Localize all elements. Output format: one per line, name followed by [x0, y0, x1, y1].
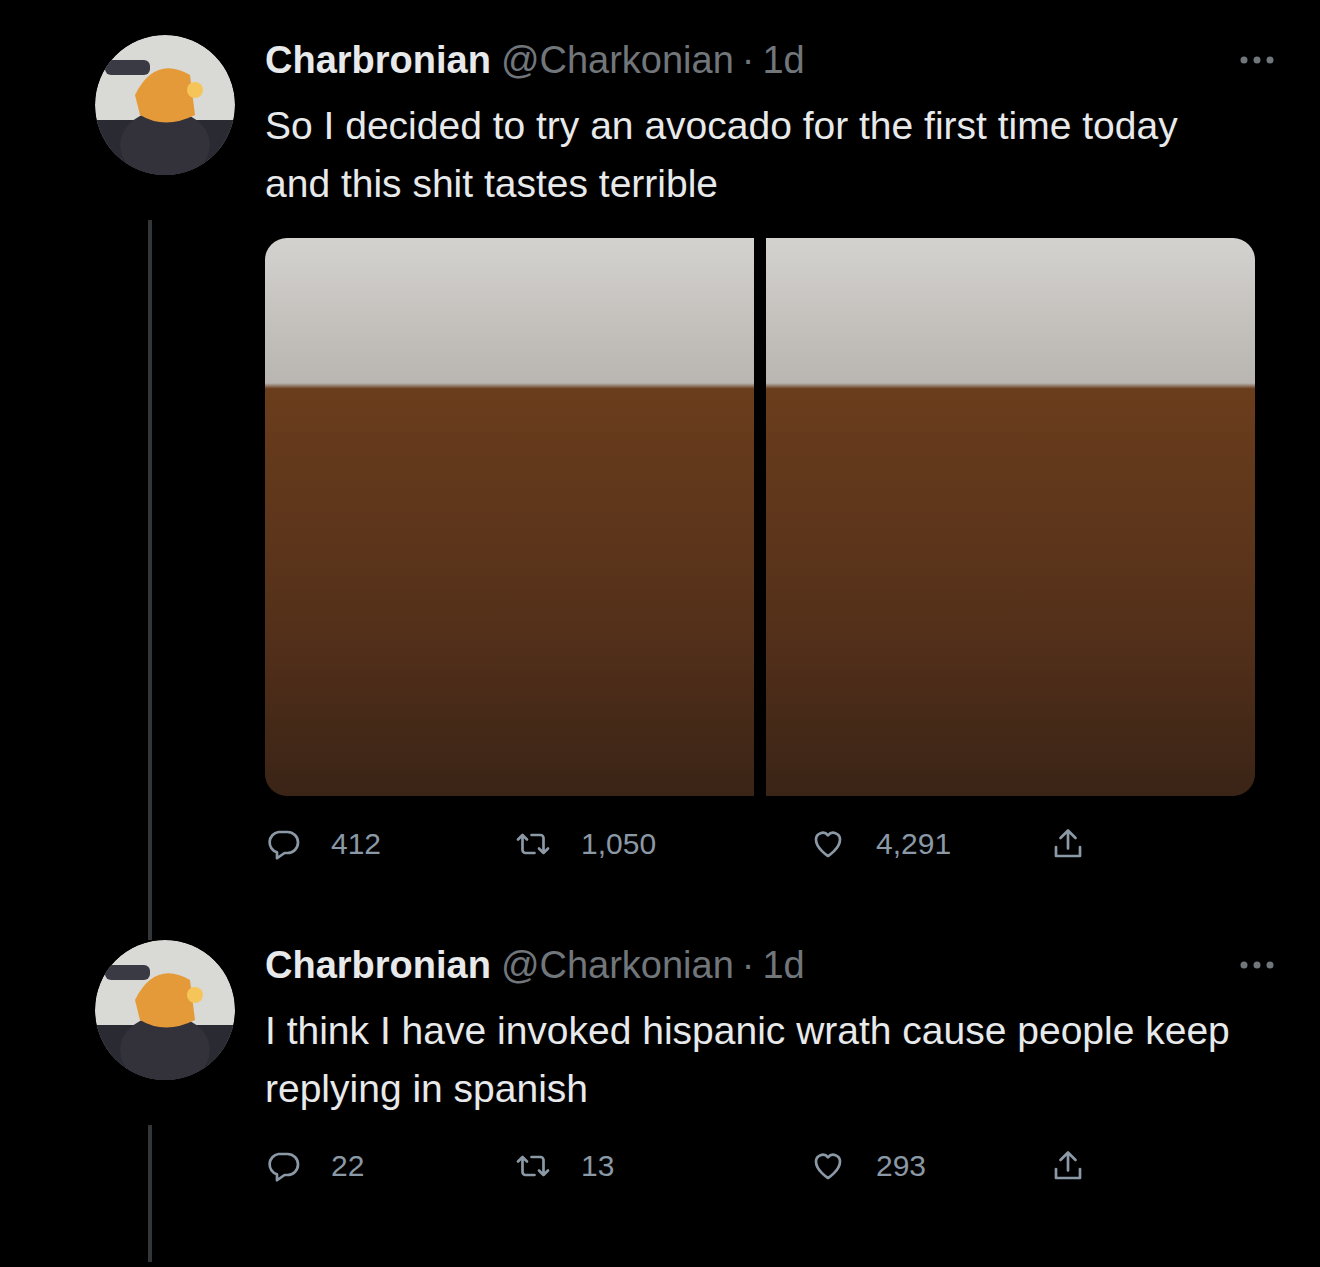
media-grid [265, 238, 1255, 796]
retweet-button[interactable]: 1,050 [515, 826, 810, 862]
more-button[interactable] [1239, 960, 1275, 970]
heart-icon [810, 1148, 846, 1184]
avatar[interactable] [95, 35, 235, 175]
avatar-column [95, 940, 235, 1262]
avatar-column [95, 35, 235, 940]
like-button[interactable]: 293 [810, 1148, 1050, 1184]
handle[interactable]: @Charkonian [501, 39, 734, 82]
display-name[interactable]: Charbronian [265, 39, 491, 82]
tweet-header: Charbronian @Charkonian · 1d [265, 35, 1280, 85]
retweet-button[interactable]: 13 [515, 1148, 810, 1184]
timestamp[interactable]: 1d [762, 39, 804, 82]
photo[interactable] [265, 238, 754, 796]
tweet[interactable]: Charbronian @Charkonian · 1d I think I h… [95, 940, 1280, 1262]
reply-icon [265, 1148, 301, 1184]
like-count: 4,291 [876, 827, 951, 861]
thread-line [148, 220, 152, 940]
tweet-text: I think I have invoked hispanic wrath ca… [265, 1002, 1235, 1118]
avatar-icon [95, 940, 235, 1080]
timestamp[interactable]: 1d [762, 944, 804, 987]
thread-line [148, 1125, 152, 1262]
action-bar: 22 13 293 [265, 1148, 1280, 1184]
share-button[interactable] [1050, 1148, 1280, 1184]
reply-count: 412 [331, 827, 381, 861]
share-button[interactable] [1050, 826, 1280, 862]
display-name[interactable]: Charbronian [265, 944, 491, 987]
action-bar: 412 1,050 4,291 [265, 826, 1280, 862]
tweet-text: So I decided to try an avocado for the f… [265, 97, 1235, 213]
reply-icon [265, 826, 301, 862]
retweet-icon [515, 826, 551, 862]
tweet-body: Charbronian @Charkonian · 1d I think I h… [265, 940, 1280, 1262]
share-icon [1050, 1148, 1086, 1184]
photo[interactable] [766, 238, 1255, 796]
tweet-thread: Charbronian @Charkonian · 1d So I decide… [0, 0, 1320, 1267]
tweet-header: Charbronian @Charkonian · 1d [265, 940, 1280, 990]
avatar-icon [95, 35, 235, 175]
avatar[interactable] [95, 940, 235, 1080]
separator: · [742, 39, 755, 82]
separator: · [742, 944, 755, 987]
tweet[interactable]: Charbronian @Charkonian · 1d So I decide… [95, 35, 1280, 940]
reply-count: 22 [331, 1149, 364, 1183]
reply-button[interactable]: 412 [265, 826, 515, 862]
retweet-icon [515, 1148, 551, 1184]
more-dots-icon [1239, 55, 1275, 65]
like-count: 293 [876, 1149, 926, 1183]
like-button[interactable]: 4,291 [810, 826, 1050, 862]
heart-icon [810, 826, 846, 862]
handle[interactable]: @Charkonian [501, 944, 734, 987]
retweet-count: 13 [581, 1149, 614, 1183]
retweet-count: 1,050 [581, 827, 656, 861]
reply-button[interactable]: 22 [265, 1148, 515, 1184]
share-icon [1050, 826, 1086, 862]
tweet-body: Charbronian @Charkonian · 1d So I decide… [265, 35, 1280, 940]
more-dots-icon [1239, 960, 1275, 970]
more-button[interactable] [1239, 55, 1275, 65]
